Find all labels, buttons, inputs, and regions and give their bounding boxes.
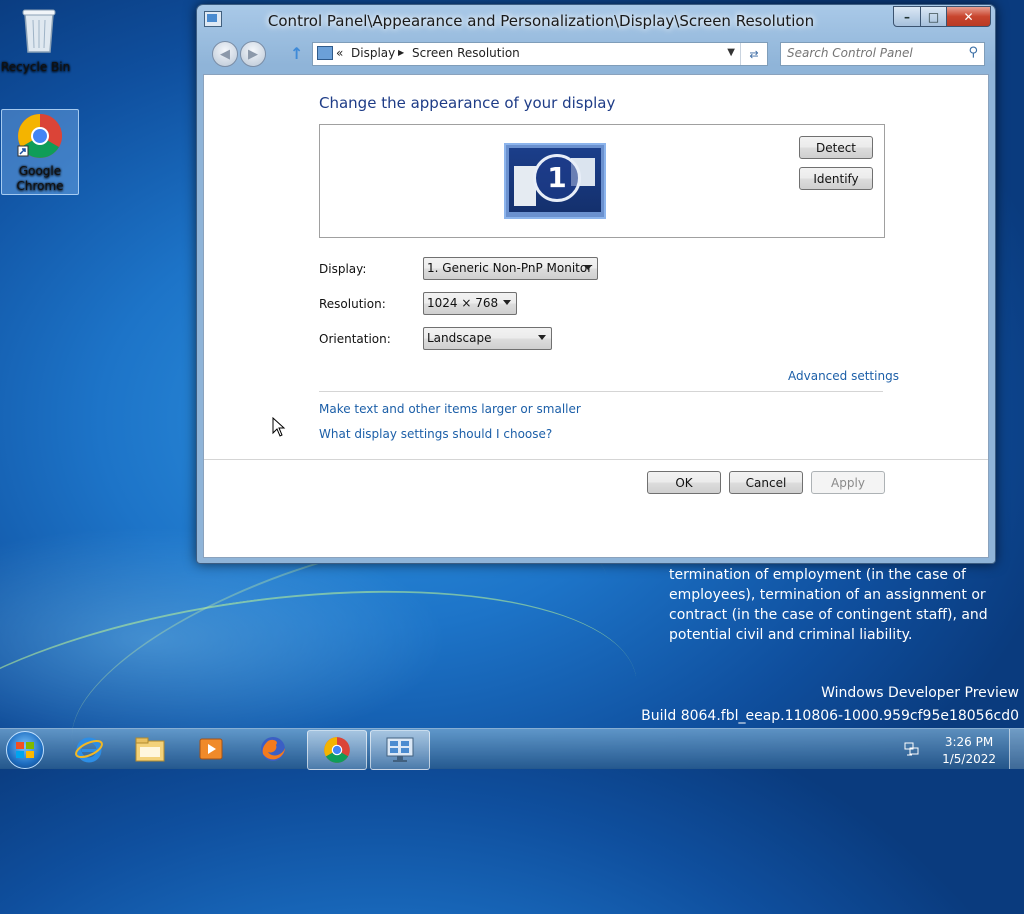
minimize-button[interactable]: –: [893, 6, 921, 27]
text-size-link[interactable]: Make text and other items larger or smal…: [319, 402, 581, 416]
desktop-icon-label: Recycle Bin: [1, 60, 71, 74]
orientation-select-value: Landscape: [427, 331, 492, 345]
resolution-label: Resolution:: [319, 297, 386, 311]
taskbar-control-panel[interactable]: [370, 730, 430, 770]
clock[interactable]: 3:26 PM 1/5/2022: [942, 734, 996, 768]
monitor-number: 1: [533, 154, 581, 202]
desktop-icon-label: Google Chrome: [16, 164, 64, 193]
watermark-build: Build 8064.fbl_eeap.110806-1000.959cf95e…: [641, 708, 1019, 724]
desktop-icon-google-chrome[interactable]: Google Chrome: [1, 109, 79, 195]
display-select[interactable]: 1. Generic Non-PnP Monitor: [423, 257, 598, 280]
display-label: Display:: [319, 262, 367, 276]
up-level-icon[interactable]: ↑: [290, 44, 303, 63]
divider: [204, 459, 988, 460]
orientation-select[interactable]: Landscape: [423, 327, 552, 350]
taskbar-internet-explorer[interactable]: [60, 730, 118, 768]
caption-buttons: – □ ✕: [893, 6, 991, 27]
maximize-button[interactable]: □: [921, 6, 947, 27]
cancel-button[interactable]: Cancel: [729, 471, 803, 494]
orientation-label: Orientation:: [319, 332, 391, 346]
network-icon[interactable]: [904, 741, 920, 757]
address-dropdown-icon[interactable]: ▼: [727, 47, 735, 58]
taskbar-file-explorer[interactable]: [121, 730, 179, 768]
forward-arrow-icon: ▶: [248, 46, 258, 62]
maximize-icon: □: [927, 9, 940, 24]
taskbar: 3:26 PM 1/5/2022: [0, 728, 1024, 770]
chevron-down-icon: [503, 300, 511, 305]
media-player-icon: [199, 738, 223, 760]
minimize-icon: –: [904, 9, 910, 24]
taskbar-media-player[interactable]: [182, 730, 240, 768]
policy-notice-text: termination of employment (in the case o…: [669, 567, 988, 643]
control-panel-icon: [317, 46, 333, 60]
desktop-icon-recycle-bin[interactable]: Recycle Bin: [1, 6, 77, 74]
recycle-bin-icon: [22, 9, 56, 53]
back-button[interactable]: ◀: [212, 41, 238, 67]
page-heading: Change the appearance of your display: [319, 94, 616, 112]
breadcrumb-screen-resolution[interactable]: Screen Resolution: [412, 46, 520, 60]
resolution-select-value: 1024 × 768: [427, 296, 499, 310]
window-title: Control Panel\Appearance and Personaliza…: [267, 12, 815, 30]
monitor-preview-box: 1 Detect Identify: [319, 124, 885, 238]
detect-button[interactable]: Detect: [799, 136, 873, 159]
system-tray: 3:26 PM 1/5/2022: [904, 729, 1024, 769]
firefox-icon: [261, 737, 285, 761]
breadcrumb-separator-icon[interactable]: ▶: [398, 48, 404, 57]
start-button[interactable]: [6, 731, 44, 769]
divider: [319, 391, 883, 392]
mouse-cursor-icon: [272, 417, 286, 437]
clock-date: 1/5/2022: [942, 752, 996, 766]
refresh-button[interactable]: ⇄: [740, 43, 767, 65]
breadcrumb-display[interactable]: Display: [351, 46, 395, 60]
forward-button[interactable]: ▶: [240, 41, 266, 67]
display-select-value: 1. Generic Non-PnP Monitor: [427, 261, 593, 275]
display-settings-icon: [386, 737, 414, 762]
close-button[interactable]: ✕: [947, 6, 991, 27]
chevron-down-icon: [584, 265, 592, 270]
screen-resolution-window: Control Panel\Appearance and Personaliza…: [196, 4, 996, 564]
identify-button[interactable]: Identify: [799, 167, 873, 190]
chrome-icon: [324, 737, 350, 763]
refresh-icon: ⇄: [749, 47, 759, 61]
address-bar[interactable]: « Display ▶ Screen Resolution ▼ ⇄: [312, 42, 768, 66]
breadcrumb-overflow[interactable]: «: [336, 46, 343, 60]
content-area: Change the appearance of your display 1 …: [203, 74, 989, 558]
navigation-bar: ◀ ▶ ↑ « Display ▶ Screen Resolution ▼ ⇄ …: [197, 39, 995, 67]
monitor-1-tile[interactable]: 1: [504, 143, 606, 219]
windows-logo-icon: [16, 742, 34, 758]
close-icon: ✕: [963, 9, 974, 24]
chevron-down-icon: [538, 335, 546, 340]
ie-icon: [75, 737, 103, 763]
explorer-icon: [135, 737, 165, 762]
ok-button[interactable]: OK: [647, 471, 721, 494]
resolution-select[interactable]: 1024 × 768: [423, 292, 517, 315]
show-desktop-button[interactable]: [1009, 729, 1024, 769]
clock-time: 3:26 PM: [944, 735, 994, 749]
chrome-icon: [17, 114, 62, 158]
title-bar[interactable]: Control Panel\Appearance and Personaliza…: [197, 5, 995, 35]
taskbar-chrome[interactable]: [307, 730, 367, 770]
taskbar-firefox[interactable]: [244, 730, 302, 768]
watermark-title: Windows Developer Preview: [821, 685, 1019, 701]
search-input[interactable]: [787, 46, 957, 60]
advanced-settings-link[interactable]: Advanced settings: [788, 369, 899, 383]
display-help-link[interactable]: What display settings should I choose?: [319, 427, 552, 441]
back-arrow-icon: ◀: [220, 46, 230, 62]
monitor-screen: 1: [509, 148, 601, 212]
search-icon[interactable]: ⚲: [968, 45, 978, 60]
search-box[interactable]: ⚲: [780, 42, 985, 66]
apply-button[interactable]: Apply: [811, 471, 885, 494]
